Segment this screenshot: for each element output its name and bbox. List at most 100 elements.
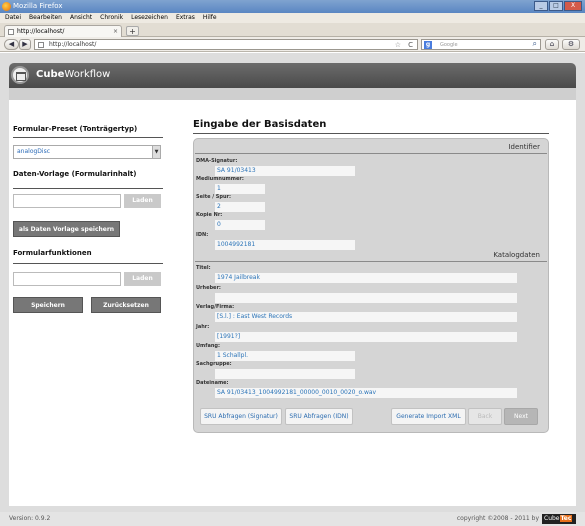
- preset-heading: Formular-Preset (Tonträgertyp): [13, 125, 138, 133]
- page-icon: [38, 42, 44, 48]
- logo-part-b: Tec: [559, 515, 573, 522]
- firefox-icon: [2, 2, 11, 11]
- load-template-button[interactable]: Laden: [124, 194, 161, 208]
- menu-bearbeiten[interactable]: Bearbeiten: [29, 13, 62, 23]
- search-icon[interactable]: ⌕: [533, 39, 537, 49]
- bookmark-star-icon[interactable]: ☆: [395, 40, 401, 50]
- menu-extras[interactable]: Extras: [176, 13, 195, 23]
- reload-icon[interactable]: C: [408, 40, 413, 50]
- kopie-nr-field[interactable]: 0: [215, 220, 265, 230]
- search-placeholder: Google: [440, 42, 458, 48]
- field-label: DMA-Signatur:: [196, 158, 238, 164]
- maximize-button[interactable]: □: [549, 1, 563, 11]
- addons-button[interactable]: ⚙: [562, 39, 580, 50]
- minimize-button[interactable]: _: [534, 1, 548, 11]
- field-label: Titel:: [196, 265, 211, 271]
- menu-datei[interactable]: Datei: [5, 13, 21, 23]
- form-panel: Identifier DMA-Signatur: SA 91/03413 Med…: [193, 138, 549, 433]
- new-tab-button[interactable]: +: [126, 26, 139, 36]
- browser-tab[interactable]: http://localhost/ ×: [4, 25, 122, 37]
- titel-field[interactable]: 1974 Jailbreak: [215, 273, 517, 283]
- menu-chronik[interactable]: Chronik: [100, 13, 123, 23]
- jahr-field[interactable]: [1991?]: [215, 332, 517, 342]
- generate-xml-button[interactable]: Generate Import XML: [391, 408, 466, 425]
- logo-part-a: Cube: [544, 515, 560, 522]
- reset-button[interactable]: Zurücksetzen: [91, 297, 161, 313]
- tab-label: http://localhost/: [17, 28, 65, 35]
- close-window-button[interactable]: X: [564, 1, 582, 11]
- field-label: Seite / Spur:: [196, 194, 231, 200]
- navigation-bar: ◀ ▶ http://localhost/ ☆ C g Google ⌕ ⌂ ⚙: [0, 37, 585, 52]
- version-text: Version: 0.9.2: [9, 515, 51, 522]
- sachgruppe-field[interactable]: [215, 369, 355, 379]
- section-divider: [195, 261, 547, 262]
- menu-ansicht[interactable]: Ansicht: [70, 13, 92, 23]
- preset-value: analogDisc: [17, 148, 51, 155]
- preset-select[interactable]: analogDisc ▼: [13, 145, 161, 159]
- seite-spur-field[interactable]: 2: [215, 202, 265, 212]
- template-name-input[interactable]: [13, 194, 121, 208]
- field-label: IDN:: [196, 232, 209, 238]
- field-label: Umfang:: [196, 343, 220, 349]
- field-label: Dateiname:: [196, 380, 229, 386]
- field-label: Urheber:: [196, 285, 221, 291]
- identifier-heading: Identifier: [508, 143, 540, 151]
- google-icon[interactable]: g: [424, 41, 432, 49]
- tab-bar: http://localhost/ × +: [0, 23, 585, 37]
- brand-bold: Cube: [36, 69, 65, 80]
- functions-heading: Formularfunktionen: [13, 249, 92, 257]
- mediumnummer-field[interactable]: 1: [215, 184, 265, 194]
- divider: [13, 263, 163, 264]
- forward-arrow-icon: ▶: [22, 40, 28, 48]
- save-button[interactable]: Speichern: [13, 297, 83, 313]
- back-button[interactable]: ◀: [4, 39, 19, 50]
- copyright-text: copyright ©2008 - 2011 by: [456, 515, 539, 522]
- verlag-field[interactable]: [S.l.] : East West Records: [215, 312, 517, 322]
- section-divider: [195, 153, 547, 154]
- back-button[interactable]: Back: [468, 408, 502, 425]
- cubetec-logo: CubeTec: [542, 514, 576, 524]
- app-footer: Version: 0.9.2 copyright ©2008 - 2011 by…: [0, 512, 585, 526]
- divider: [193, 133, 549, 134]
- app-header: CubeWorkflow: [9, 63, 576, 88]
- load-function-button[interactable]: Laden: [124, 272, 161, 286]
- window-titlebar: Mozilla Firefox _ □ X: [0, 0, 585, 13]
- page-title: Eingabe der Basisdaten: [193, 119, 327, 130]
- app-subheader: [9, 88, 576, 100]
- cubeworkflow-logo-icon: [11, 66, 29, 84]
- chevron-down-icon: ▼: [152, 146, 160, 158]
- address-bar[interactable]: http://localhost/ ☆ C: [34, 39, 418, 50]
- page-viewport: CubeWorkflow Formular-Preset (Tonträgert…: [0, 53, 585, 526]
- dateiname-field[interactable]: SA 91/03413_1004992181_00000_0010_0020_o…: [215, 388, 517, 398]
- idn-field[interactable]: 1004992181: [215, 240, 355, 250]
- catalog-heading: Katalogdaten: [493, 251, 540, 259]
- close-tab-icon[interactable]: ×: [113, 26, 118, 37]
- sru-signatur-button[interactable]: SRU Abfragen (Signatur): [200, 408, 282, 425]
- dma-signatur-field[interactable]: SA 91/03413: [215, 166, 355, 176]
- home-button[interactable]: ⌂: [545, 39, 559, 50]
- page-icon: [8, 29, 14, 35]
- brand-rest: Workflow: [64, 69, 111, 80]
- field-label: Verlag/Firma:: [196, 304, 235, 310]
- function-input[interactable]: [13, 272, 121, 286]
- field-label: Mediumnummer:: [196, 176, 244, 182]
- divider: [13, 188, 163, 189]
- menu-hilfe[interactable]: Hilfe: [203, 13, 217, 23]
- field-label: Kopie Nr:: [196, 212, 223, 218]
- next-button[interactable]: Next: [504, 408, 538, 425]
- save-template-button[interactable]: als Daten Vorlage speichern: [13, 221, 120, 237]
- addons-icon: ⚙: [567, 40, 575, 48]
- app-brand: CubeWorkflow: [36, 69, 110, 80]
- home-icon: ⌂: [549, 40, 555, 48]
- field-label: Jahr:: [196, 324, 210, 330]
- back-arrow-icon: ◀: [8, 40, 15, 48]
- divider: [13, 137, 163, 138]
- urheber-field[interactable]: [215, 293, 517, 303]
- forward-button[interactable]: ▶: [19, 39, 31, 50]
- template-heading: Daten-Vorlage (Formularinhalt): [13, 170, 137, 178]
- menu-lesezeichen[interactable]: Lesezeichen: [131, 13, 168, 23]
- umfang-field[interactable]: 1 Schallpl.: [215, 351, 355, 361]
- search-input[interactable]: g Google ⌕: [421, 39, 541, 50]
- menu-bar: Datei Bearbeiten Ansicht Chronik Lesezei…: [0, 13, 585, 23]
- sru-idn-button[interactable]: SRU Abfragen (IDN): [285, 408, 353, 425]
